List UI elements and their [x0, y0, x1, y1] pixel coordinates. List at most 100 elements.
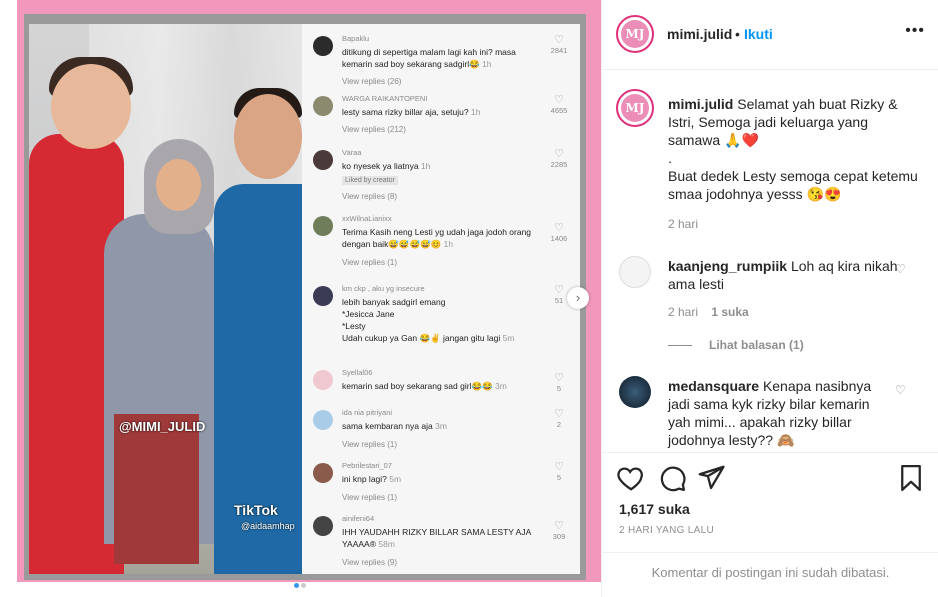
caption-text: mimi.julid Selamat yah buat Rizky & Istr… [668, 96, 898, 148]
caption-time[interactable]: 2 hari [668, 217, 698, 231]
comment-user: WARGA RAIKANTOPENI [342, 94, 428, 103]
carousel-dot [301, 583, 306, 588]
caption-line: Buat dedek Lesty semoga cepat ketemu sma… [668, 168, 918, 202]
like-count: ♡ 5 [549, 461, 569, 482]
comment-user: Syellal06 [342, 368, 373, 377]
list-item: ainifeni64 IHH YAUDAHH RIZKY BILLAR SAMA… [310, 512, 575, 574]
comment-username[interactable]: medansquare [668, 378, 759, 394]
avatar [313, 150, 333, 170]
carousel-dots [294, 575, 308, 593]
follow-button[interactable]: Ikuti [744, 26, 773, 42]
comment-text: kaanjeng_rumpiik Loh aq kira nikah ama l… [668, 258, 898, 292]
comment-text: ini knp lagi? 5m [342, 474, 402, 484]
avatar [313, 370, 333, 390]
username-link[interactable]: mimi.julid [667, 26, 732, 42]
like-count: ♡ 5 [549, 372, 569, 393]
post-actions: 1,617 suka 2 HARI YANG LALU [602, 452, 938, 552]
heart-icon: ♡ [554, 148, 564, 160]
comment-text: lebih banyak sadgirl emang *Jesicca Jane… [342, 297, 515, 343]
comments-scroll-area[interactable]: MJ mimi.julid Selamat yah buat Rizky & I… [602, 71, 938, 451]
comment-text: lesty sama rizky billar aja, setuju? 1h [342, 107, 481, 117]
heart-icon: ♡ [554, 34, 564, 46]
avatar[interactable]: MJ [616, 15, 654, 53]
bookmark-save-icon[interactable] [896, 463, 926, 493]
like-count: ♡ 2285 [550, 148, 568, 169]
avatar[interactable]: MJ [616, 89, 654, 127]
divider [668, 345, 692, 346]
post-media: @MIMI_JULID TikTok @aidaamhap Bapaklu di… [0, 0, 601, 597]
comment-text: medansquare Kenapa nasibnya jadi sama ky… [668, 378, 872, 448]
heart-icon: ♡ [554, 222, 564, 234]
avatar [313, 286, 333, 306]
next-image-button[interactable]: › [567, 287, 589, 309]
heart-icon: ♡ [554, 94, 564, 106]
likes-count[interactable]: 1,617 suka [619, 501, 690, 517]
view-replies: View replies (212) [342, 125, 406, 134]
view-replies: View replies (1) [342, 258, 397, 267]
heart-icon: ♡ [554, 520, 564, 532]
list-item: Syellal06 kemarin sad boy sekarang sad g… [310, 366, 575, 402]
tiktok-logo: TikTok [234, 502, 278, 518]
avatar [313, 36, 333, 56]
post-panel: MJ mimi.julid • Ikuti ••• MJ mimi.julid … [601, 0, 938, 597]
like-count: ♡ 51 [549, 284, 569, 305]
avatar [313, 463, 333, 483]
comment-likes[interactable]: 1 suka [711, 305, 748, 319]
list-item: ida nia pitriyani sama kembaran nya aja … [310, 406, 575, 456]
avatar [313, 216, 333, 236]
heart-icon[interactable]: ♡ [895, 262, 906, 276]
post-header: MJ mimi.julid • Ikuti ••• [602, 0, 938, 70]
tiktok-comments: Bapaklu ditikung di sepertiga malam lagi… [310, 26, 580, 574]
avatar[interactable] [619, 376, 651, 408]
comment-meta: 2 hari 1 suka [668, 305, 749, 319]
comment-text: Terima Kasih neng Lesti yg udah jaga jod… [342, 227, 532, 249]
image-watermark: @MIMI_JULID [119, 419, 206, 434]
post-image[interactable]: @MIMI_JULID TikTok @aidaamhap Bapaklu di… [29, 24, 580, 574]
heart-icon[interactable]: ♡ [895, 383, 906, 397]
view-replies: View replies (9) [342, 558, 397, 567]
list-item: Varaa ko nyesek ya liatnya 1h Liked by c… [310, 146, 575, 208]
list-item: WARGA RAIKANTOPENI lesty sama rizky bill… [310, 92, 575, 144]
comment-username[interactable]: kaanjeng_rumpiik [668, 258, 787, 274]
comment-user: Bapaklu [342, 34, 370, 43]
comments-limited-notice: Komentar di postingan ini sudah dibatasi… [602, 552, 938, 597]
view-replies: View replies (8) [342, 192, 397, 201]
liked-by-creator-badge: Liked by creator [342, 176, 398, 185]
like-count: ♡ 309 [549, 520, 569, 541]
view-replies-button[interactable]: Lihat balasan (1) [709, 338, 804, 352]
view-replies: View replies (26) [342, 77, 402, 86]
chevron-right-icon: › [575, 290, 581, 305]
list-item: Bapaklu ditikung di sepertiga malam lagi… [310, 32, 575, 90]
list-item: Pebrilestari_07 ini knp lagi? 5m View re… [310, 459, 575, 509]
like-count: ♡ 2841 [550, 34, 568, 55]
comment-text: kemarin sad boy sekarang sad girl😂😂 3m [342, 381, 507, 391]
list-item: xxWilnaLianixx Terima Kasih neng Lesti y… [310, 212, 575, 278]
view-replies: View replies (1) [342, 440, 397, 449]
heart-icon: ♡ [554, 372, 564, 384]
comment-user: ainifeni64 [342, 514, 375, 523]
tiktok-username: @aidaamhap [241, 521, 295, 531]
comment-bubble-icon[interactable] [657, 463, 687, 493]
comment-text: IHH YAUDAHH RIZKY BILLAR SAMA LESTY AJA … [342, 527, 531, 549]
separator-dot: • [735, 26, 740, 42]
post-date[interactable]: 2 HARI YANG LALU [619, 525, 714, 536]
share-send-icon[interactable] [696, 463, 726, 493]
avatar[interactable] [619, 256, 651, 288]
like-count: ♡ 4655 [550, 94, 568, 115]
comment-text: sama kembaran nya aja 3m [342, 421, 447, 431]
heart-icon: ♡ [554, 408, 564, 420]
comment-text: ko nyesek ya liatnya 1h [342, 161, 431, 171]
view-replies: View replies (1) [342, 493, 397, 502]
carousel-dot-active [294, 583, 299, 588]
comment-user: ida nia pitriyani [342, 408, 393, 417]
comment-user: xxWilnaLianixx [342, 214, 392, 223]
list-item: km ckp , aku yg insecure lebih banyak sa… [310, 282, 575, 362]
comment-text: ditikung di sepertiga malam lagi kah ini… [342, 47, 516, 69]
caption-username[interactable]: mimi.julid [668, 96, 733, 112]
heart-icon: ♡ [554, 461, 564, 473]
avatar [313, 410, 333, 430]
more-options-icon[interactable]: ••• [905, 22, 925, 40]
comment-user: km ckp , aku yg insecure [342, 284, 425, 293]
like-heart-icon[interactable] [616, 463, 646, 493]
avatar [313, 96, 333, 116]
